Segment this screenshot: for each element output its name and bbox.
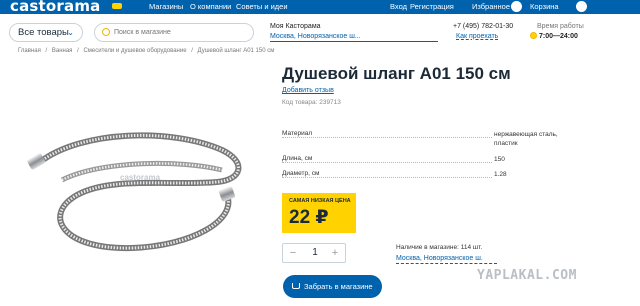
search-box[interactable] (94, 23, 254, 42)
price-box: САМАЯ НИЗКАЯ ЦЕНА 22 ₽ (282, 193, 356, 233)
chevron-down-icon: ⌄ (67, 28, 74, 37)
nav-tips[interactable]: Советы и идеи (236, 1, 288, 12)
hose-nut-right (218, 186, 236, 202)
spec-label: Длина, см (282, 155, 315, 162)
hours-value: 7:00—24:00 (539, 33, 578, 40)
clock-icon (530, 32, 537, 39)
nav-stores[interactable]: Магазины (149, 1, 183, 12)
my-store-label: Моя Касторама (270, 23, 321, 30)
cart-icon (292, 283, 300, 289)
pickup-button-label: Забрать в магазине (304, 282, 373, 291)
favorites-count-badge: 0 (511, 1, 522, 12)
spec-value: 1.28 (494, 171, 507, 178)
store-select[interactable]: Москва, Новорязанское ш. (396, 254, 497, 264)
breadcrumb: Главная / Ванная / Смесители и душевое о… (18, 48, 277, 54)
all-goods-label: Все товары (18, 27, 69, 38)
spec-row: Диаметр, см 1.28 (282, 170, 552, 180)
breadcrumb-separator: / (191, 48, 193, 54)
add-review-link[interactable]: Добавить отзыв (282, 87, 334, 94)
price-tag: САМАЯ НИЗКАЯ ЦЕНА (289, 198, 351, 204)
phone-number[interactable]: +7 (495) 782-01-30 (453, 22, 513, 31)
all-goods-button[interactable]: Все товары ⌄ (9, 23, 83, 42)
site-watermark: YAPLAKAL.COM (477, 268, 577, 283)
breadcrumb-separator: / (77, 48, 79, 54)
top-bar: castorama Магазины О компании Советы и и… (0, 0, 640, 15)
stock-info: Наличие в магазине: 114 шт. (396, 244, 483, 251)
price-value: 22 ₽ (289, 207, 329, 228)
breadcrumb-bathroom[interactable]: Ванная (52, 48, 73, 54)
product-image[interactable]: castorama (22, 120, 252, 260)
favorites-link[interactable]: Избранное (472, 1, 510, 12)
search-input[interactable] (114, 26, 249, 39)
spec-dots (282, 162, 492, 163)
nav-about[interactable]: О компании (190, 1, 231, 12)
image-watermark: castorama (120, 173, 161, 182)
logo-mark-icon (112, 3, 122, 9)
spec-dots (282, 177, 492, 178)
cart-count-badge: 0 (576, 1, 587, 12)
spec-value: 150 (494, 156, 505, 163)
spec-label: Материал (282, 130, 315, 137)
product-title: Душевой шланг А01 150 см (282, 64, 511, 83)
quantity-value[interactable]: 1 (305, 247, 325, 259)
spec-value: нержавеющая сталь, пластик (494, 131, 558, 147)
plus-icon[interactable]: + (328, 247, 342, 259)
my-store-select[interactable]: Москва, Новорязанское ш... (270, 32, 438, 42)
pickup-in-store-button[interactable]: Забрать в магазине (283, 275, 382, 298)
quantity-stepper: − 1 + (282, 243, 346, 263)
spec-label: Диаметр, см (282, 170, 322, 177)
breadcrumb-home[interactable]: Главная (18, 48, 41, 54)
login-link[interactable]: Вход (390, 1, 407, 12)
hose-nut-left (27, 153, 46, 170)
spec-row: Длина, см 150 (282, 155, 552, 165)
register-link[interactable]: Регистрация (410, 1, 454, 12)
cart-link[interactable]: Корзина (530, 1, 559, 12)
product-code: Код товара: 239713 (282, 99, 341, 106)
breadcrumb-current: Душевой шланг А01 150 см (197, 48, 275, 54)
minus-icon[interactable]: − (286, 247, 300, 259)
spec-row: Материал нержавеющая сталь, пластик (282, 130, 558, 147)
hours-label: Время работы (537, 23, 584, 30)
breadcrumb-mixers[interactable]: Смесители и душевое оборудование (83, 48, 186, 54)
spec-dots (282, 137, 492, 138)
castorama-logo[interactable]: castorama (10, 0, 101, 15)
search-icon (102, 28, 110, 36)
breadcrumb-separator: / (45, 48, 48, 54)
route-link[interactable]: Как проехать (456, 32, 498, 41)
